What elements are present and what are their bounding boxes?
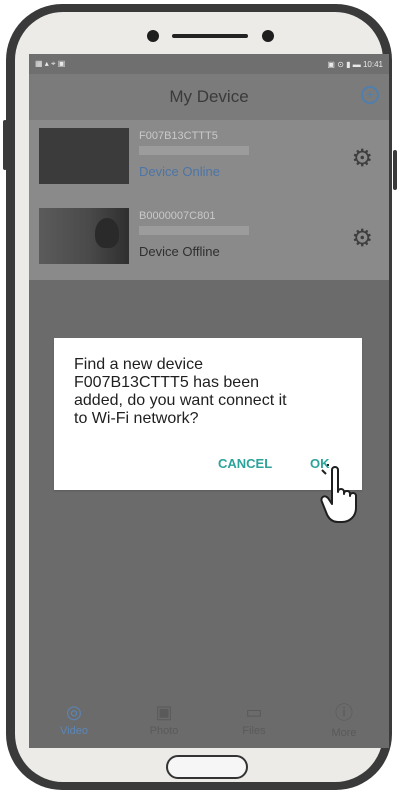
webcam-icon: ◎ — [66, 701, 82, 722]
connect-wifi-dialog: Find a new device F007B13CTTT5 has been … — [54, 338, 362, 490]
cancel-button[interactable]: CANCEL — [218, 456, 272, 471]
hand-pointer-icon — [320, 464, 357, 523]
device-status: Device Online — [139, 164, 220, 179]
device-item-2[interactable]: B0000007C801 Device Offline ⚙ — [29, 200, 389, 281]
device-subtitle-redacted — [139, 146, 249, 155]
device-status: Device Offline — [139, 244, 220, 259]
dialog-message: Find a new device F007B13CTTT5 has been … — [74, 356, 287, 427]
app-header: My Device + — [29, 74, 389, 120]
gear-icon[interactable]: ⚙ — [351, 144, 373, 173]
status-bar: ▦ ▴ ⌖ ▣ ▣ ⊙ ▮ ▬ 10:41 — [29, 54, 389, 74]
tab-label: Photo — [149, 724, 179, 737]
tab-files[interactable]: ▭ Files — [219, 702, 289, 737]
add-device-icon[interactable]: + — [361, 86, 379, 104]
tab-label: Files — [242, 724, 266, 737]
device-id: B0000007C801 — [139, 210, 216, 222]
status-left-icons: ▦ ▴ ⌖ ▣ — [35, 59, 66, 68]
status-right-text: ▣ ⊙ ▮ ▬ 10:41 — [327, 59, 383, 69]
gear-icon[interactable]: ⚙ — [351, 224, 373, 253]
photo-icon: ▣ — [155, 701, 173, 722]
device-thumbnail — [39, 208, 129, 264]
page-title: My Device — [169, 87, 249, 106]
camera-file-icon: ▭ — [245, 701, 263, 722]
side-button — [3, 120, 7, 170]
front-camera-icon — [147, 30, 159, 42]
device-id: F007B13CTTT5 — [139, 130, 218, 142]
bottom-tab-bar: ◎ Video ▣ Photo ▭ Files ⓘ More — [29, 690, 389, 748]
tab-video[interactable]: ◎ Video — [39, 702, 109, 737]
tab-more[interactable]: ⓘ More — [309, 699, 379, 739]
device-item-1[interactable]: F007B13CTTT5 Device Online ⚙ — [29, 120, 389, 201]
sensor-icon — [262, 30, 274, 42]
device-thumbnail — [39, 128, 129, 184]
tab-label: Video — [60, 724, 88, 737]
side-button — [393, 150, 397, 190]
tab-photo[interactable]: ▣ Photo — [129, 702, 199, 737]
tab-label: More — [331, 727, 357, 739]
speaker-grille — [172, 34, 248, 38]
device-subtitle-redacted — [139, 226, 249, 235]
info-icon: ⓘ — [335, 703, 353, 723]
person-silhouette — [95, 218, 119, 248]
home-button[interactable] — [166, 755, 248, 779]
